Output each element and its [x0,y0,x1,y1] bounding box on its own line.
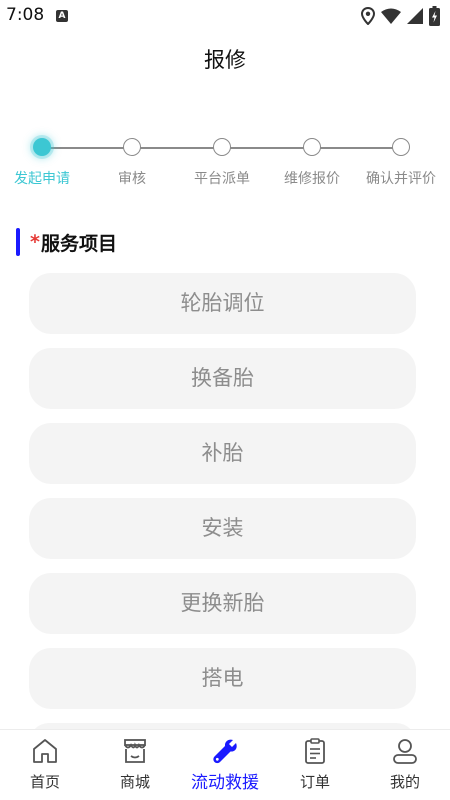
status-bar: 7:08 A [0,0,450,32]
nav-label: 商城 [119,773,150,791]
step-dot [213,138,231,156]
page-title: 报修 [204,48,246,72]
progress-stepper: 发起申请 审核 平台派单 维修报价 确认并评价 [0,136,450,196]
step-dot [303,138,321,156]
nav-mobile-rescue[interactable]: 流动救援 [180,730,270,800]
step-quote: 维修报价 [267,136,357,188]
nav-home[interactable]: 首页 [0,730,90,800]
step-confirm: 确认并评价 [356,136,446,188]
battery-charging-icon [429,6,440,26]
service-option-install[interactable]: 安装 [29,498,416,559]
user-icon [393,739,417,764]
notification-app-icon: A [56,10,68,22]
nav-label: 我的 [389,773,420,791]
app-screen: 7:08 A 报修 发起申请 审核 平台派单 维修报价 确认并评价 * 服务项目… [0,0,450,800]
signal-icon [407,8,423,24]
section-title: 服务项目 [40,232,117,255]
step-label: 平台派单 [194,171,250,187]
store-icon [124,739,146,763]
nav-label: 流动救援 [191,773,259,793]
nav-store[interactable]: 商城 [90,730,180,800]
step-label: 维修报价 [284,171,340,187]
location-icon [361,7,375,25]
status-time: 7:08 [6,5,45,25]
step-dot [33,138,51,156]
step-review: 审核 [87,136,177,188]
step-label: 确认并评价 [366,171,436,187]
nav-orders[interactable]: 订单 [270,730,360,800]
step-label: 发起申请 [14,171,70,187]
status-icons [361,6,440,26]
nav-label: 首页 [29,773,60,791]
section-accent-bar [16,228,20,256]
nav-label: 订单 [299,773,330,791]
clipboard-icon [305,738,325,764]
step-submit: 发起申请 [0,136,87,188]
home-icon [33,739,57,763]
step-dispatch: 平台派单 [177,136,267,188]
nav-profile[interactable]: 我的 [360,730,450,800]
service-list: 轮胎调位 换备胎 补胎 安装 更换新胎 搭电 [29,273,416,743]
service-option-spare-tire[interactable]: 换备胎 [29,348,416,409]
step-dot [392,138,410,156]
required-mark: * [30,231,40,253]
service-option-tire-rotation[interactable]: 轮胎调位 [29,273,416,334]
service-option-tire-repair[interactable]: 补胎 [29,423,416,484]
wifi-icon [381,8,401,24]
wrench-icon [213,739,237,764]
service-option-jump-start[interactable]: 搭电 [29,648,416,709]
step-label: 审核 [118,171,146,187]
section-heading: * 服务项目 [16,228,117,256]
service-option-new-tire[interactable]: 更换新胎 [29,573,416,634]
bottom-nav: 首页 商城 流动救援 订单 我的 [0,729,450,800]
step-dot [123,138,141,156]
